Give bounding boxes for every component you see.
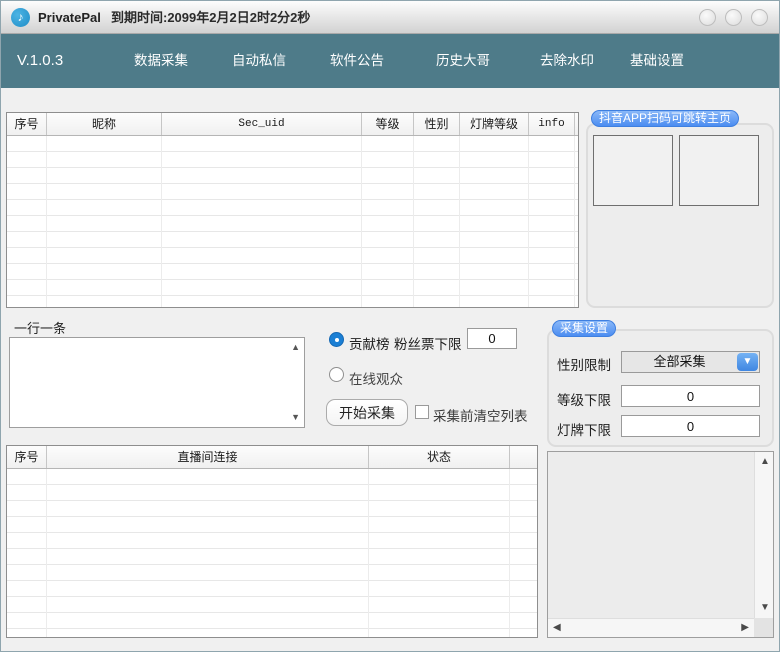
fan-ticket-min-input[interactable] — [467, 328, 517, 349]
radio-contribution-rank-label[interactable]: 贡献榜 — [349, 333, 390, 353]
scrollbar-corner — [754, 618, 773, 637]
qr-code-box-2 — [679, 135, 759, 206]
vertical-scrollbar[interactable]: ▲ ▼ — [754, 452, 773, 618]
nav-item-announcement[interactable]: 软件公告 — [330, 34, 384, 88]
gender-limit-label: 性别限制 — [557, 354, 611, 374]
col-gender[interactable]: 性别 — [414, 113, 460, 135]
nav-item-basic-settings[interactable]: 基础设置 — [630, 34, 684, 88]
start-collect-button[interactable]: 开始采集 — [326, 399, 408, 426]
grid-line — [414, 136, 460, 307]
room-links-textarea[interactable]: ▲ ▼ — [9, 337, 305, 428]
col-status[interactable]: 状态 — [369, 446, 510, 468]
col-index[interactable]: 序号 — [7, 446, 47, 468]
col-index[interactable]: 序号 — [7, 113, 47, 135]
grid-line — [47, 469, 369, 637]
qr-panel-tag: 抖音APP扫码可跳转主页 — [591, 110, 739, 127]
version-label: V.1.0.3 — [17, 34, 63, 88]
grid-line — [162, 136, 362, 307]
collect-settings-tag: 采集设置 — [552, 320, 616, 337]
grid-line — [369, 469, 510, 637]
close-button[interactable] — [751, 9, 768, 26]
app-logo-music-note-icon: ♪ — [11, 8, 30, 27]
badge-min-input[interactable] — [621, 415, 760, 437]
badge-min-label: 灯牌下限 — [557, 419, 611, 439]
col-nickname[interactable]: 昵称 — [47, 113, 162, 135]
maximize-button[interactable] — [725, 9, 742, 26]
log-listbox[interactable]: ▲ ▼ ◀ ▶ — [547, 451, 774, 638]
one-per-line-label: 一行一条 — [14, 318, 66, 337]
scroll-down-icon[interactable]: ▼ — [760, 603, 770, 613]
gender-limit-select[interactable]: 全部采集 ▼ — [621, 351, 760, 373]
room-table[interactable]: 序号 直播间连接 状态 — [6, 445, 538, 638]
col-info[interactable]: info — [529, 113, 575, 135]
grid-line — [7, 469, 47, 637]
grid-line — [7, 136, 47, 307]
grid-line — [510, 469, 537, 637]
col-badge-level[interactable]: 灯牌等级 — [460, 113, 529, 135]
scroll-left-icon[interactable]: ◀ — [553, 623, 561, 633]
col-room-link[interactable]: 直播间连接 — [47, 446, 369, 468]
scroll-right-icon[interactable]: ▶ — [741, 623, 749, 633]
radio-online-viewers-label[interactable]: 在线观众 — [349, 368, 403, 388]
grid-line — [460, 136, 529, 307]
nav-bar: V.1.0.3 数据采集 自动私信 软件公告 历史大哥 去除水印 基础设置 — [1, 34, 780, 88]
grid-line — [529, 136, 575, 307]
grid-line — [47, 136, 162, 307]
col-sec-uid[interactable]: Sec_uid — [162, 113, 362, 135]
fan-ticket-min-label: 粉丝票下限 — [394, 333, 462, 353]
nav-item-data-collect[interactable]: 数据采集 — [134, 34, 188, 88]
clear-before-collect-label[interactable]: 采集前清空列表 — [433, 405, 528, 425]
expiry-time-text: 到期时间:2099年2月2日2时2分2秒 — [111, 1, 310, 34]
app-window: ♪ PrivatePal 到期时间:2099年2月2日2时2分2秒 V.1.0.… — [0, 0, 780, 652]
title-bar: ♪ PrivatePal 到期时间:2099年2月2日2时2分2秒 — [1, 1, 780, 34]
col-spacer — [510, 446, 537, 468]
horizontal-scrollbar[interactable]: ◀ ▶ — [548, 618, 754, 637]
grid-line — [575, 136, 578, 307]
nav-item-auto-message[interactable]: 自动私信 — [232, 34, 286, 88]
scroll-up-icon[interactable]: ▲ — [760, 457, 770, 467]
scroll-up-icon[interactable]: ▲ — [291, 343, 300, 352]
minimize-button[interactable] — [699, 9, 716, 26]
radio-contribution-rank[interactable] — [329, 332, 344, 347]
nav-item-remove-watermark[interactable]: 去除水印 — [540, 34, 594, 88]
qr-code-box-1 — [593, 135, 673, 206]
level-min-label: 等级下限 — [557, 389, 611, 409]
user-table-body[interactable] — [7, 136, 578, 307]
col-spacer — [575, 113, 578, 135]
user-table[interactable]: 序号 昵称 Sec_uid 等级 性别 灯牌等级 info — [6, 112, 579, 308]
room-table-header: 序号 直播间连接 状态 — [7, 446, 537, 469]
app-title: PrivatePal — [38, 1, 101, 34]
chevron-down-icon[interactable]: ▼ — [737, 353, 758, 371]
nav-item-history-vip[interactable]: 历史大哥 — [436, 34, 490, 88]
col-level[interactable]: 等级 — [362, 113, 414, 135]
user-table-header: 序号 昵称 Sec_uid 等级 性别 灯牌等级 info — [7, 113, 578, 136]
radio-online-viewers[interactable] — [329, 367, 344, 382]
clear-before-collect-checkbox[interactable] — [415, 405, 429, 419]
gender-limit-value: 全部采集 — [622, 352, 737, 372]
scroll-down-icon[interactable]: ▼ — [291, 413, 300, 422]
grid-line — [362, 136, 414, 307]
room-table-body[interactable] — [7, 469, 537, 637]
level-min-input[interactable] — [621, 385, 760, 407]
